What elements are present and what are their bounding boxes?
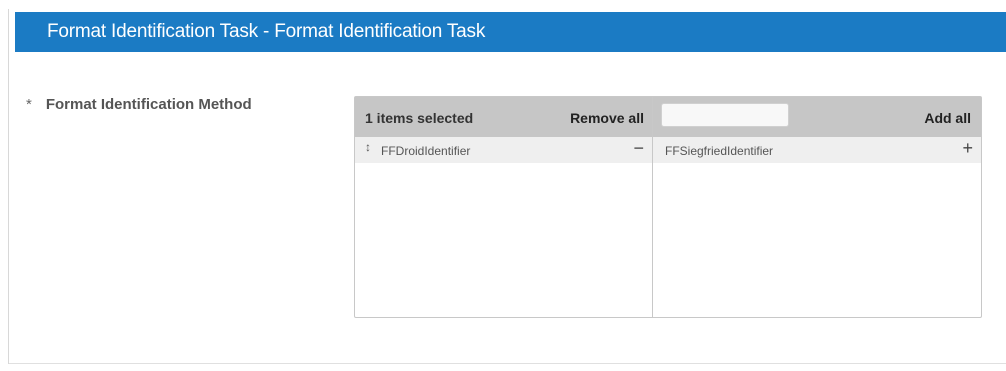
selected-count: 1 items selected xyxy=(365,110,474,126)
field-label: * Format Identification Method xyxy=(26,96,252,113)
search-input[interactable] xyxy=(661,103,789,127)
selected-list: 1 items selected Remove all ↕ FFDroidIde… xyxy=(355,97,653,317)
plus-icon[interactable]: + xyxy=(962,138,973,159)
selected-item[interactable]: ↕ FFDroidIdentifier − xyxy=(355,137,652,163)
available-item[interactable]: FFSiegfriedIdentifier + xyxy=(653,137,981,163)
selected-list-header: 1 items selected Remove all xyxy=(355,97,652,137)
panel-title: Format Identification Task - Format Iden… xyxy=(15,12,1006,52)
available-item-label: FFSiegfriedIdentifier xyxy=(665,144,774,158)
required-marker: * xyxy=(26,96,32,113)
field-label-text: Format Identification Method xyxy=(45,96,252,113)
panel-left-border xyxy=(8,9,9,364)
selected-item-label: FFDroidIdentifier xyxy=(381,144,471,158)
remove-all-button[interactable]: Remove all xyxy=(570,110,644,126)
available-list: Add all FFSiegfriedIdentifier + xyxy=(653,97,981,317)
minus-icon[interactable]: − xyxy=(633,138,644,159)
multiselect-widget: 1 items selected Remove all ↕ FFDroidIde… xyxy=(354,96,982,318)
add-all-button[interactable]: Add all xyxy=(924,110,971,126)
available-list-header: Add all xyxy=(653,97,981,137)
drag-handle-icon[interactable]: ↕ xyxy=(365,140,371,154)
